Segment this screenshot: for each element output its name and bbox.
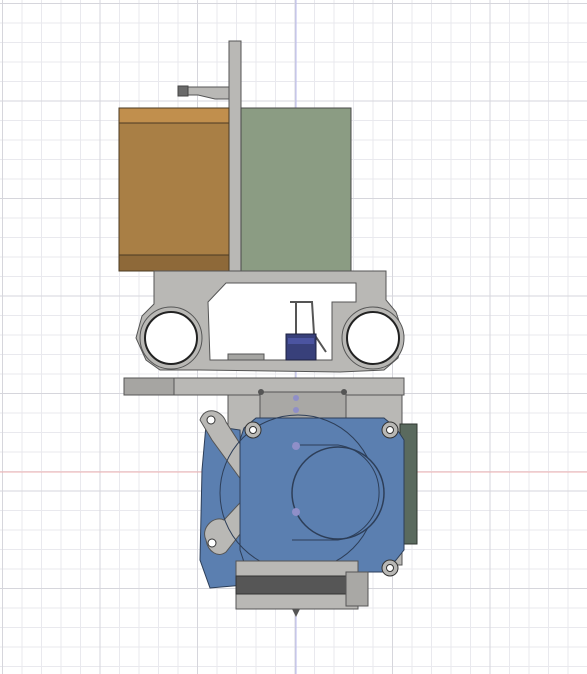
- heater-block[interactable]: [235, 560, 369, 610]
- housing-block[interactable]: [240, 107, 352, 272]
- model-drawing[interactable]: [0, 0, 587, 674]
- carriage-frame[interactable]: [135, 270, 405, 373]
- stepper-motor[interactable]: [118, 107, 230, 272]
- nozzle[interactable]: [292, 609, 300, 617]
- design-canvas[interactable]: [0, 0, 587, 674]
- hotend-fan[interactable]: [219, 414, 405, 577]
- small-motor[interactable]: [285, 333, 317, 361]
